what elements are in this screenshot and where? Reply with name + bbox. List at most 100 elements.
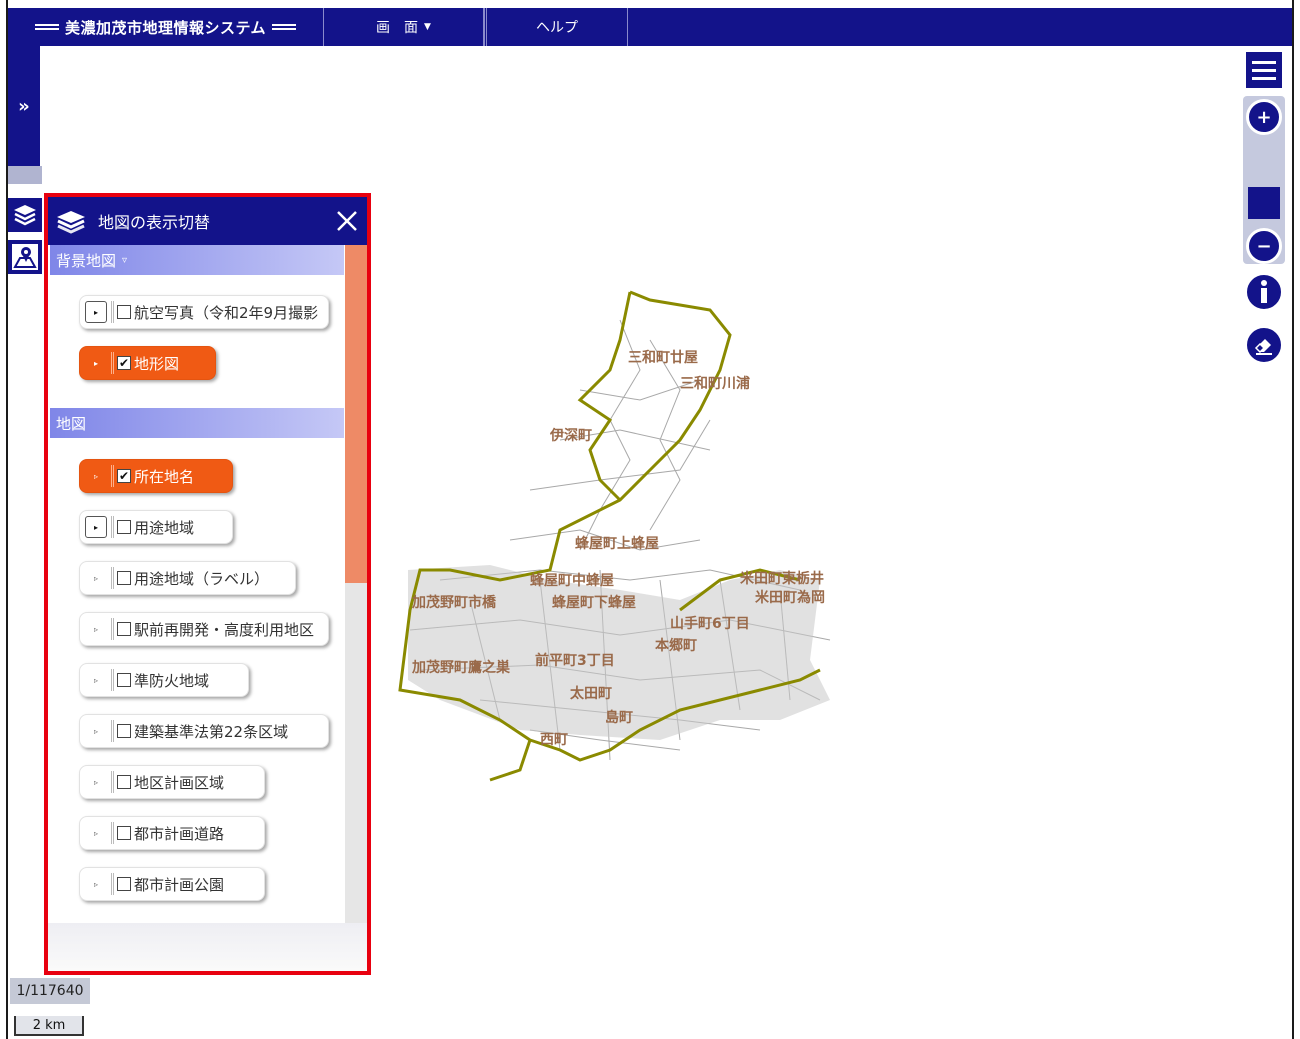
place-label: 米田町東栃井 — [740, 570, 824, 587]
place-label: 山手町6丁目 — [670, 615, 750, 632]
expand-arrow-icon[interactable]: ▸ — [85, 516, 107, 538]
scale-bar: 2 km — [14, 1016, 84, 1036]
map-app: 美濃加茂市地理情報システム 画 面 ▼ ヘルプ » + − 地図の表示切替 背景… — [0, 0, 1300, 1039]
layer-label: 建築基準法第22条区域 — [134, 722, 289, 741]
layer-item-building-standards-art22[interactable]: ▹ 建築基準法第22条区域 — [79, 714, 329, 748]
app-title: 美濃加茂市地理情報システム — [8, 8, 324, 46]
layer-item-quasi-fireproof-zone[interactable]: ▹ 準防火地域 — [79, 663, 249, 697]
layer-label: 所在地名 — [134, 467, 195, 486]
layer-item-city-planning-parks[interactable]: ▹ 都市計画公園 — [79, 867, 265, 901]
menu-help-label: ヘルプ — [536, 20, 578, 36]
expand-arrow-icon[interactable]: ▹ — [85, 720, 107, 742]
scale-ratio: 1/117640 — [10, 978, 90, 1004]
expand-arrow-icon[interactable]: ▹ — [85, 465, 107, 487]
layer-item-zoning[interactable]: ▸ 用途地域 — [79, 510, 233, 544]
hamburger-menu-icon-line — [1252, 60, 1276, 64]
section-label: 背景地図 — [56, 251, 117, 270]
expand-arrow-icon[interactable]: ▸ — [85, 352, 107, 374]
info-icon — [1261, 280, 1267, 303]
divider — [111, 618, 114, 640]
map-canvas[interactable]: 三和町廿屋 三和町川浦 伊深町 蜂屋町上蜂屋 蜂屋町中蜂屋 米田町東栃井 米田町… — [380, 280, 860, 810]
expand-arrow-icon[interactable]: ▸ — [85, 301, 107, 323]
layer-checkbox[interactable] — [117, 622, 131, 636]
layer-item-aerial-photo[interactable]: ▸ 航空写真（令和2年9月撮影 — [79, 295, 329, 329]
chevron-down-icon: ▼ — [424, 22, 431, 32]
layer-item-place-names[interactable]: ▹ ✔ 所在地名 — [79, 459, 233, 493]
section-background-map[interactable]: 背景地図 ▿ — [50, 245, 344, 275]
divider — [111, 567, 114, 589]
expand-arrow-icon[interactable]: ▹ — [85, 771, 107, 793]
layer-label: 準防火地域 — [134, 671, 210, 690]
layer-checkbox[interactable] — [117, 775, 131, 789]
panel-layer-list[interactable]: 背景地図 ▿ ▸ 航空写真（令和2年9月撮影 ▸ ✔ 地形図 地図 ▹ ✔ 所在… — [48, 245, 345, 915]
layer-item-station-redevelopment[interactable]: ▹ 駅前再開発・高度利用地区 — [79, 612, 329, 646]
layer-checkbox[interactable] — [117, 724, 131, 738]
divider — [111, 873, 114, 895]
panel-title: 地図の表示切替 — [98, 213, 211, 232]
zoom-slider-handle[interactable] — [1248, 187, 1280, 219]
place-label: 米田町為岡 — [755, 589, 825, 606]
layer-label: 都市計画公園 — [134, 875, 225, 894]
place-label: 前平町3丁目 — [535, 652, 615, 669]
section-label: 地図 — [56, 414, 87, 433]
divider — [111, 720, 114, 742]
place-label: 蜂屋町下蜂屋 — [552, 594, 636, 611]
map-pin-tool-button[interactable] — [8, 240, 42, 274]
place-label: 加茂野町市橋 — [411, 594, 497, 611]
title-decoration-right — [272, 24, 297, 30]
info-button[interactable] — [1244, 272, 1284, 312]
hamburger-menu-icon-line — [1252, 76, 1276, 80]
divider — [111, 822, 114, 844]
divider — [111, 669, 114, 691]
panel-scrollbar-thumb[interactable] — [345, 245, 367, 583]
plus-icon: + — [1256, 106, 1272, 128]
zoom-in-button[interactable]: + — [1246, 99, 1282, 135]
window-frame-right — [1292, 0, 1294, 1039]
main-menu-button[interactable] — [1246, 52, 1282, 88]
layer-label: 都市計画道路 — [134, 824, 225, 843]
side-panel-toggle[interactable]: » — [8, 46, 40, 166]
divider — [111, 771, 114, 793]
panel-header: 地図の表示切替 — [48, 197, 367, 245]
section-map[interactable]: 地図 — [50, 408, 344, 438]
layer-checkbox[interactable]: ✔ — [117, 469, 131, 483]
layer-label: 地形図 — [134, 354, 180, 373]
layer-checkbox[interactable] — [117, 305, 131, 319]
layers-tool-button[interactable] — [8, 198, 42, 232]
layer-checkbox[interactable] — [117, 520, 131, 534]
layer-label: 地区計画区域 — [134, 773, 225, 792]
header-bar: 美濃加茂市地理情報システム 画 面 ▼ ヘルプ — [8, 8, 1292, 46]
divider — [111, 516, 114, 538]
layer-item-city-planning-roads[interactable]: ▹ 都市計画道路 — [79, 816, 265, 850]
layer-item-district-plan[interactable]: ▹ 地区計画区域 — [79, 765, 265, 799]
layer-item-zoning-labels[interactable]: ▹ 用途地域（ラベル） — [79, 561, 296, 595]
place-label: 三和町廿屋 — [628, 349, 698, 366]
panel-footer — [48, 923, 367, 971]
layer-checkbox[interactable] — [117, 571, 131, 585]
hamburger-menu-icon-line — [1252, 68, 1276, 72]
expand-arrow-icon[interactable]: ▹ — [85, 669, 107, 691]
close-icon — [337, 211, 357, 231]
expand-arrow-icon[interactable]: ▹ — [85, 873, 107, 895]
panel-close-button[interactable] — [333, 207, 361, 235]
eraser-button[interactable] — [1244, 325, 1284, 365]
layer-checkbox[interactable] — [117, 673, 131, 687]
collapse-triangle-icon: ▿ — [122, 254, 128, 266]
menu-help[interactable]: ヘルプ — [484, 8, 628, 46]
layer-checkbox[interactable]: ✔ — [117, 356, 131, 370]
zoom-out-button[interactable]: − — [1246, 228, 1282, 264]
expand-arrow-icon[interactable]: ▹ — [85, 822, 107, 844]
layer-label: 用途地域（ラベル） — [134, 569, 270, 588]
place-label: 加茂野町鷹之巣 — [411, 659, 511, 676]
layer-checkbox[interactable] — [117, 877, 131, 891]
expand-arrow-icon[interactable]: ▹ — [85, 567, 107, 589]
double-chevron-right-icon: » — [18, 95, 30, 117]
title-decoration-left — [34, 24, 59, 30]
layer-item-topographic-map[interactable]: ▸ ✔ 地形図 — [79, 346, 216, 380]
layer-checkbox[interactable] — [117, 826, 131, 840]
expand-arrow-icon[interactable]: ▹ — [85, 618, 107, 640]
divider — [111, 465, 114, 487]
place-label: 蜂屋町中蜂屋 — [530, 572, 614, 589]
place-label: 太田町 — [570, 685, 612, 702]
menu-screen[interactable]: 画 面 ▼ — [324, 8, 484, 46]
